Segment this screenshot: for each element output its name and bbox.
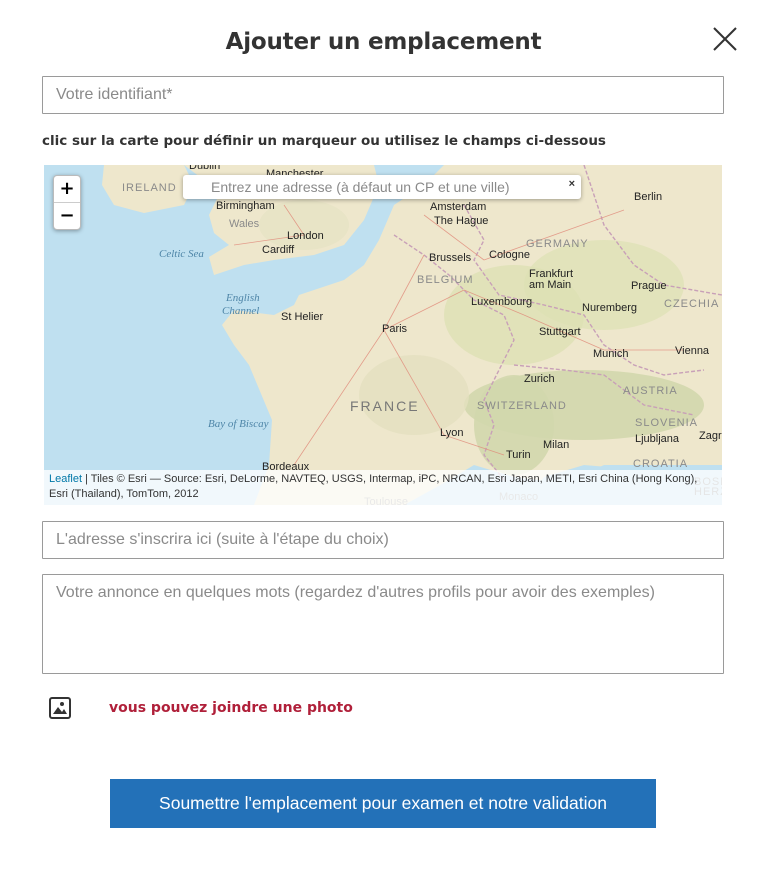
svg-text:GERMANY: GERMANY <box>526 238 589 250</box>
map-hint: clic sur la carte pour définir un marque… <box>42 133 606 149</box>
svg-text:Cologne: Cologne <box>489 249 530 261</box>
svg-text:The Hague: The Hague <box>434 215 488 227</box>
svg-text:Stuttgart: Stuttgart <box>539 326 581 338</box>
close-icon[interactable] <box>708 22 742 56</box>
svg-text:Munich: Munich <box>593 348 628 360</box>
svg-text:Brussels: Brussels <box>429 252 472 264</box>
svg-text:Prague: Prague <box>631 280 666 292</box>
svg-text:Berlin: Berlin <box>634 191 662 203</box>
geocoder-input[interactable] <box>183 175 563 199</box>
svg-text:Wales: Wales <box>229 218 260 230</box>
svg-text:FRANCE: FRANCE <box>350 398 420 414</box>
svg-text:Lyon: Lyon <box>440 427 463 439</box>
svg-text:Paris: Paris <box>382 323 408 335</box>
svg-text:Nuremberg: Nuremberg <box>582 302 637 314</box>
geocoder: × <box>183 175 581 199</box>
svg-text:Birmingham: Birmingham <box>216 200 275 212</box>
address-input[interactable] <box>42 521 724 559</box>
page-title: Ajouter un emplacement <box>225 29 542 55</box>
attribution-text: | Tiles © Esri — Source: Esri, DeLorme, … <box>49 473 698 500</box>
svg-text:CROATIA: CROATIA <box>633 458 688 470</box>
map[interactable]: Dublin Manchester Birmingham Wales Londo… <box>44 165 722 505</box>
svg-text:Channel: Channel <box>222 305 259 317</box>
leaflet-link[interactable]: Leaflet <box>49 473 82 485</box>
identifier-input[interactable] <box>42 76 724 114</box>
zoom-out-button[interactable]: − <box>54 202 80 229</box>
svg-text:AUSTRIA: AUSTRIA <box>623 385 678 397</box>
geocoder-clear-icon[interactable]: × <box>569 178 575 190</box>
svg-text:Amsterdam: Amsterdam <box>430 201 486 213</box>
svg-text:English: English <box>225 292 260 304</box>
svg-text:SWITZERLAND: SWITZERLAND <box>477 400 567 412</box>
svg-text:St Helier: St Helier <box>281 311 324 323</box>
zoom-in-button[interactable]: + <box>54 176 80 202</box>
svg-text:Celtic Sea: Celtic Sea <box>159 248 204 260</box>
image-icon[interactable] <box>49 697 71 719</box>
svg-text:BELGIUM: BELGIUM <box>417 274 474 286</box>
map-attribution: Leaflet | Tiles © Esri — Source: Esri, D… <box>44 470 722 505</box>
attach-photo-link[interactable]: vous pouvez joindre une photo <box>109 700 353 716</box>
svg-text:CZECHIA: CZECHIA <box>664 298 719 310</box>
svg-text:Vienna: Vienna <box>675 345 710 357</box>
svg-text:Ljubljana: Ljubljana <box>635 433 680 445</box>
svg-text:Bay of Biscay: Bay of Biscay <box>208 418 269 430</box>
description-textarea[interactable] <box>42 574 724 674</box>
svg-text:Zagr: Zagr <box>699 430 722 442</box>
svg-text:Milan: Milan <box>543 439 569 451</box>
svg-text:IRELAND: IRELAND <box>122 182 177 194</box>
svg-text:Dublin: Dublin <box>189 165 220 172</box>
submit-button[interactable]: Soumettre l'emplacement pour examen et n… <box>110 779 656 828</box>
svg-text:Luxembourg: Luxembourg <box>471 296 532 308</box>
svg-text:Turin: Turin <box>506 449 531 461</box>
svg-text:am Main: am Main <box>529 279 571 291</box>
svg-text:Zurich: Zurich <box>524 373 555 385</box>
svg-text:SLOVENIA: SLOVENIA <box>635 417 698 429</box>
svg-text:London: London <box>287 230 324 242</box>
zoom-control: + − <box>53 175 81 230</box>
map-tiles[interactable]: Dublin Manchester Birmingham Wales Londo… <box>44 165 722 505</box>
svg-text:Cardiff: Cardiff <box>262 244 295 256</box>
